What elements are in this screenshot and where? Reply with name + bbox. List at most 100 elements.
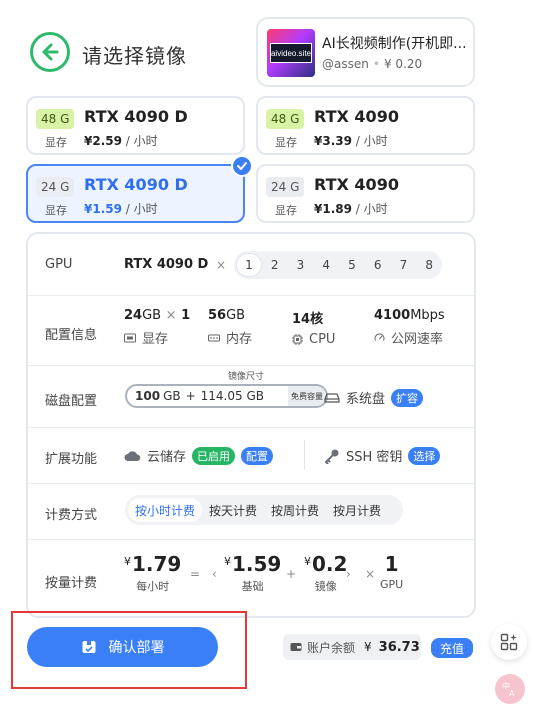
arrow-left-icon (42, 43, 59, 61)
gpu-multiplier: 1 GPU (380, 552, 404, 591)
gpu-option-card[interactable]: 48 G 显存 RTX 4090 D ¥2.59 / 小时 (26, 96, 245, 155)
recharge-button[interactable]: 充值 (431, 638, 473, 658)
gpu-price: ¥2.59 / 小时 (84, 134, 158, 148)
plus-sign: + (286, 567, 297, 581)
config-panel: GPU RTX 4090 D × 1 2 3 4 5 6 7 8 配置信息 24… (26, 232, 476, 618)
billing-option-hourly[interactable]: 按小时计费 (128, 498, 203, 522)
free-capacity-tag: 免费容量 (288, 386, 326, 406)
image-author: @assen (322, 57, 369, 71)
spec-vram: 24GB × 1 显存 (124, 308, 191, 347)
gpu-option-card-selected[interactable]: 24 G 显存 RTX 4090 D ¥1.59 / 小时 (26, 155, 253, 223)
image-thumb-text: aivideo.site (270, 48, 312, 58)
ssh-key: SSH 密钥 选择 (324, 446, 441, 465)
spec-label: 显存 (142, 332, 169, 347)
cloud-storage: 云储存 已启用 配置 (124, 446, 274, 465)
close-bracket: › (346, 567, 351, 581)
memory-icon (208, 334, 220, 341)
account-balance: 账户余额 ¥ 36.73 (283, 634, 421, 660)
image-title: AI长视频制作(开机即... (322, 36, 467, 52)
gpu-option-card[interactable]: 48 G 显存 RTX 4090 ¥3.39 / 小时 (256, 96, 475, 155)
balance-value: 36.73 (378, 639, 420, 655)
row-label: GPU (45, 257, 73, 272)
selected-image-card[interactable]: aivideo.site AI长视频制作(开机即... @assen • ¥ 0.2… (256, 17, 475, 87)
deploy-box-icon (82, 641, 95, 653)
cloud-config-button[interactable]: 配置 (241, 446, 274, 465)
confirm-deploy-label: 确认部署 (108, 640, 165, 656)
vram-caption: 显存 (275, 204, 297, 217)
spec-label: 内存 (226, 332, 253, 347)
cpu-icon (292, 334, 303, 345)
image-price-part: ¥0.2 镜像 (304, 552, 348, 593)
expand-button[interactable]: 扩容 (391, 388, 424, 407)
gpu-name: RTX 4090 D (84, 107, 188, 126)
gpu-option-card[interactable]: 24 G 显存 RTX 4090 ¥1.89 / 小时 (256, 164, 475, 223)
gpu-card-icon (124, 333, 136, 342)
billing-mode-row: 计费方式 按小时计费 按天计费 按周计费 按月计费 (28, 484, 474, 540)
gpu-count-option[interactable]: 4 (313, 253, 339, 277)
gpu-name: RTX 4090 (314, 107, 399, 126)
gpu-count-option[interactable]: 7 (391, 253, 417, 277)
gpu-count-option[interactable]: 3 (288, 253, 314, 277)
gpu-count-selector: 1 2 3 4 5 6 7 8 (234, 251, 442, 279)
system-disk: 系统盘 扩容 (324, 388, 424, 407)
gpu-name: RTX 4090 (314, 175, 399, 194)
translate-icon: 中 A (502, 681, 515, 698)
confirm-deploy-button[interactable]: 确认部署 (27, 627, 218, 667)
gpu-count-option[interactable]: 2 (262, 253, 288, 277)
hourly-total: ¥1.79 每小时 (124, 552, 182, 593)
translate-button[interactable]: 中 A (495, 674, 525, 704)
cloud-enabled-badge: 已启用 (192, 446, 236, 465)
gpu-count-row: GPU RTX 4090 D × 1 2 3 4 5 6 7 8 (28, 234, 474, 296)
system-disk-label: 系统盘 (346, 392, 386, 407)
back-button[interactable] (30, 32, 70, 72)
image-thumbnail: aivideo.site (267, 29, 315, 77)
cloud-storage-label: 云储存 (147, 450, 187, 465)
image-meta: @assen • ¥ 0.20 (322, 57, 423, 71)
spec-row: 配置信息 24GB × 1 显存 56GB 内存 14核 CPU 4100Mbp… (28, 296, 474, 366)
vram-caption: 显存 (275, 136, 297, 149)
gpu-count-option[interactable]: 6 (365, 253, 391, 277)
vram-badge: 48 G (266, 109, 305, 129)
vram-badge: 24 G (266, 177, 305, 197)
divider (304, 440, 305, 470)
spec-label: CPU (309, 332, 336, 347)
cloud-icon (124, 450, 141, 461)
spec-label: 公网速率 (391, 332, 444, 347)
ssh-key-label: SSH 密钥 (346, 450, 403, 465)
row-label: 按量计费 (45, 576, 98, 591)
page-title: 请选择镜像 (82, 44, 187, 68)
disk-size-input[interactable]: 100 GB +114.05 GB 免费容量 (125, 384, 328, 408)
gpu-count-option[interactable]: 5 (339, 253, 365, 277)
row-label: 配置信息 (45, 328, 98, 343)
vram-badge: 48 G (36, 109, 75, 129)
balance-label: 账户余额 (307, 640, 356, 655)
image-size-caption: 镜像尺寸 (228, 372, 265, 382)
gpu-count-option[interactable]: 8 (416, 253, 442, 277)
gpu-count-name: RTX 4090 D (124, 257, 209, 272)
row-label: 磁盘配置 (45, 394, 98, 409)
gpu-count-option[interactable]: 1 (236, 253, 262, 277)
spec-network: 4100Mbps 公网速率 (374, 308, 445, 347)
gpu-price: ¥3.39 / 小时 (314, 134, 388, 148)
billing-option-weekly[interactable]: 按周计费 (264, 498, 326, 522)
wallet-icon (290, 643, 302, 651)
spec-cpu: 14核 CPU (292, 312, 336, 347)
key-icon (325, 449, 339, 464)
check-icon (231, 155, 253, 177)
base-price: ¥1.59 基础 (224, 552, 282, 593)
disk-row: 磁盘配置 镜像尺寸 100 GB +114.05 GB 免费容量 系统盘 扩容 (28, 366, 474, 428)
speed-gauge-icon (374, 333, 385, 341)
row-label: 扩展功能 (45, 452, 98, 467)
gpu-price: ¥1.89 / 小时 (314, 202, 388, 216)
vram-caption: 显存 (45, 204, 67, 217)
ssh-select-button[interactable]: 选择 (408, 446, 441, 465)
times-sign: × (365, 567, 376, 581)
row-label: 计费方式 (45, 508, 98, 523)
billing-option-daily[interactable]: 按天计费 (202, 498, 264, 522)
gpu-price: ¥1.59 / 小时 (84, 202, 158, 216)
times-sign: × (216, 258, 227, 272)
vram-caption: 显存 (45, 136, 67, 149)
billing-option-monthly[interactable]: 按月计费 (326, 498, 388, 522)
billing-mode-selector: 按小时计费 按天计费 按周计费 按月计费 (125, 495, 403, 525)
apps-grid-button[interactable] (491, 624, 527, 660)
